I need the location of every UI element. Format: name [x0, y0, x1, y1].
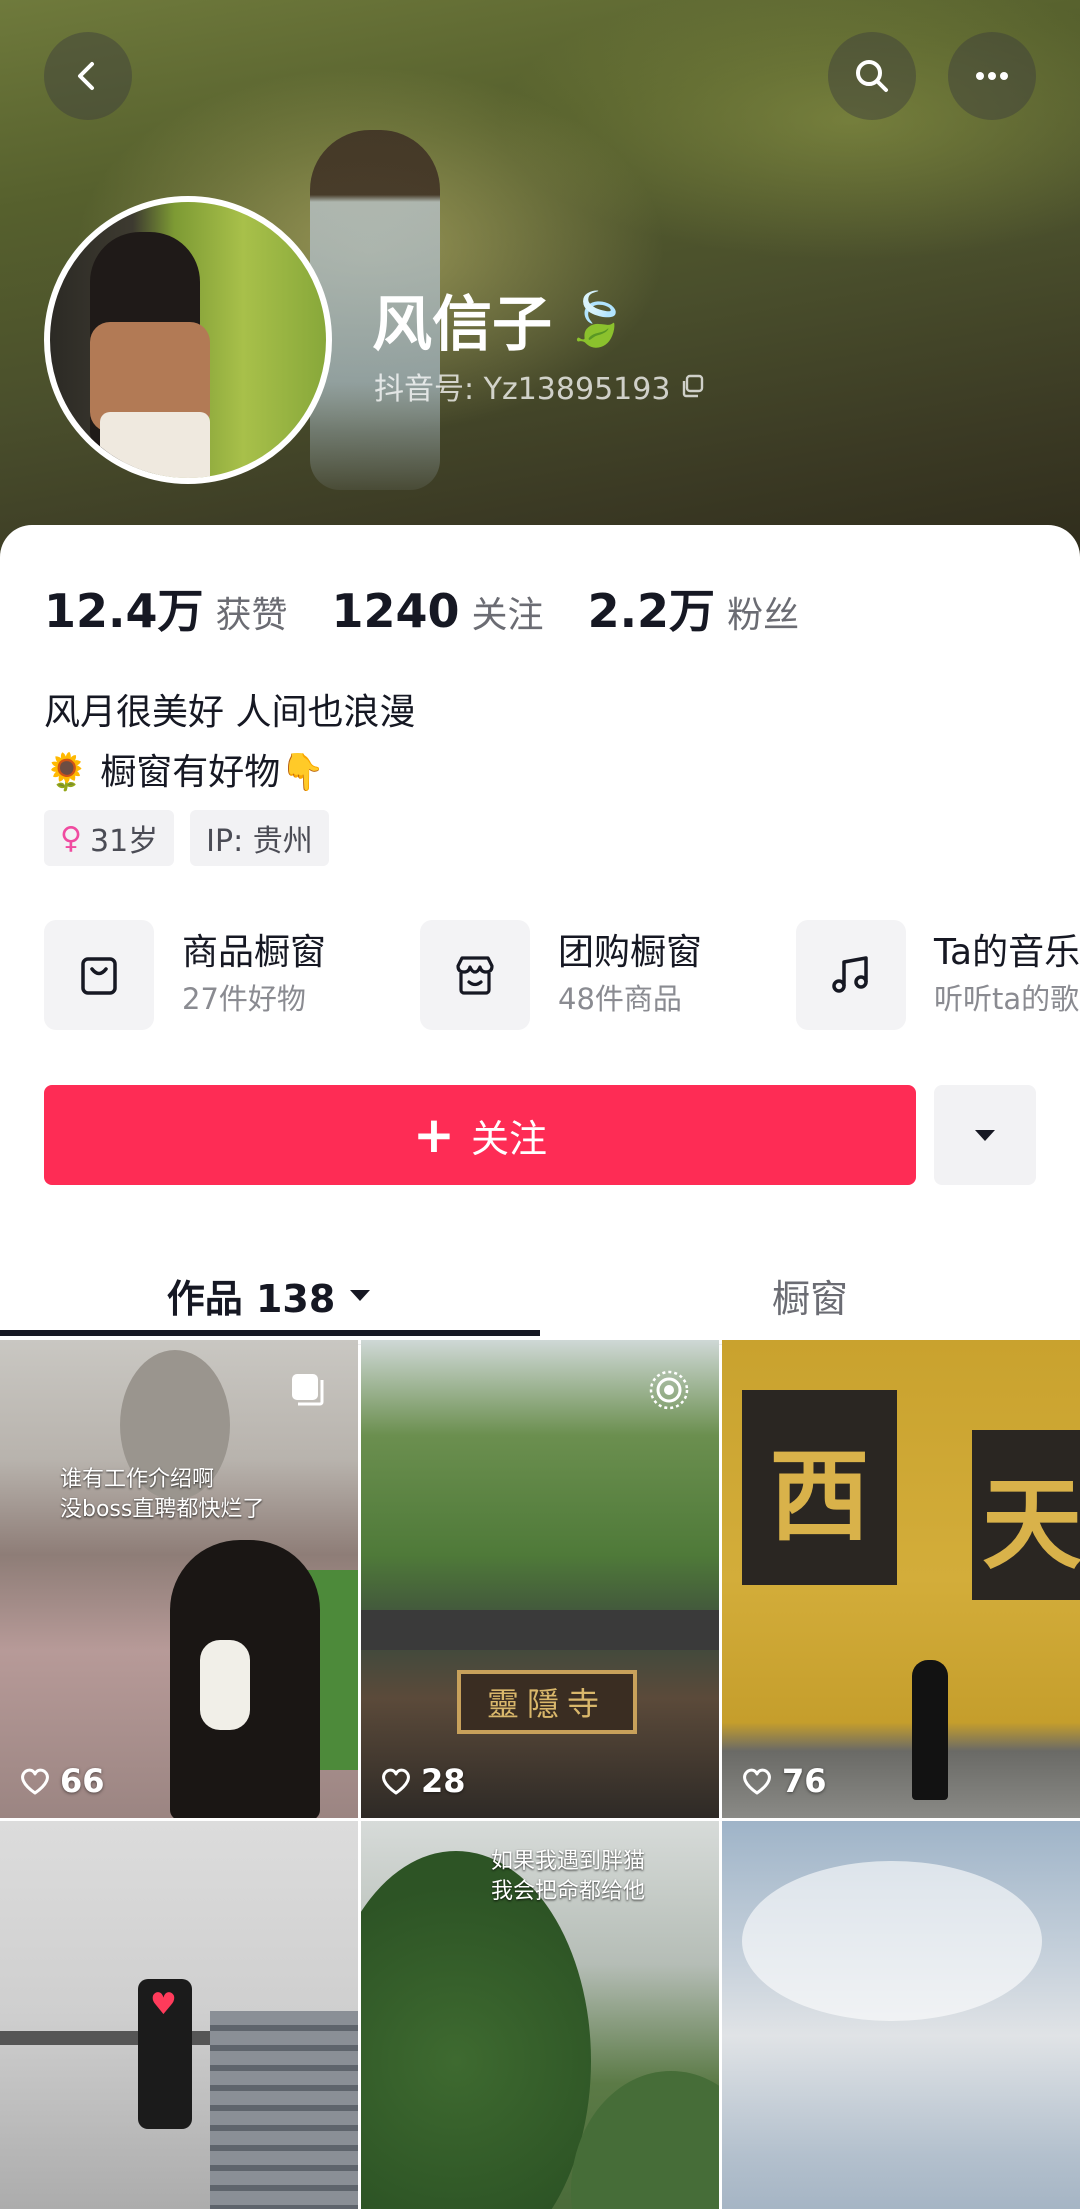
like-count: 28 [379, 1762, 466, 1800]
tool-group-buy[interactable]: 团购橱窗 48件商品 [420, 920, 706, 1030]
search-button[interactable] [828, 32, 916, 120]
tool-product-showcase[interactable]: 商品橱窗 27件好物 [44, 920, 330, 1030]
plus-icon: + [413, 1106, 455, 1164]
video-thumbnail[interactable]: 靈隱寺 28 [361, 1340, 719, 1818]
video-thumbnail[interactable] [722, 1821, 1080, 2209]
wall-character: 西 [742, 1390, 897, 1585]
stat-followers[interactable]: 2.2万 粉丝 [588, 575, 800, 641]
stat-label: 粉丝 [727, 595, 800, 636]
heart-icon: ♥ [150, 1987, 177, 2022]
multi-image-icon [292, 1374, 324, 1406]
tab-showcase-label: 橱窗 [771, 1276, 848, 1321]
stat-value: 12.4万 [44, 584, 204, 638]
age-text: 31岁 [89, 824, 159, 859]
bio-line-1: 风月很美好 人间也浪漫 [44, 692, 416, 733]
more-options-button[interactable] [948, 32, 1036, 120]
stat-label: 关注 [471, 595, 544, 636]
heart-outline-icon [382, 1768, 410, 1795]
like-count: 66 [18, 1762, 105, 1800]
tool-title: 商品橱窗 [182, 932, 327, 973]
bio: 风月很美好 人间也浪漫 🌻 橱窗有好物👇 [44, 683, 415, 803]
caret-down-icon [975, 1130, 995, 1141]
tool-title: 团购橱窗 [558, 932, 703, 973]
action-row: + 关注 [44, 1085, 1036, 1185]
tools-row: 商品橱窗 27件好物 团购橱窗 48件商品 Ta的音乐 听听ta的歌 [44, 920, 1080, 1030]
tool-subtitle: 48件商品 [558, 982, 682, 1016]
video-caption: 如果我遇到胖猫 我会把命都给他 [491, 1849, 646, 1904]
tool-subtitle: 听听ta的歌 [934, 982, 1080, 1016]
tool-subtitle: 27件好物 [182, 982, 306, 1016]
douyin-id[interactable]: 抖音号: Yz13895193 [374, 364, 706, 408]
follow-button[interactable]: + 关注 [44, 1085, 916, 1185]
like-count: 76 [740, 1762, 827, 1800]
tab-indicator [0, 1330, 540, 1336]
female-icon: ♀ [60, 820, 82, 856]
ip-text: IP: 贵州 [206, 824, 313, 859]
wall-character: 天 [972, 1430, 1080, 1600]
stats-row: 12.4万 获赞 1240 关注 2.2万 粉丝 [44, 575, 799, 641]
tab-works-label: 作品 138 [166, 1276, 336, 1321]
more-horizontal-icon [976, 72, 1008, 80]
heart-outline-icon [21, 1768, 49, 1795]
music-note-icon [796, 920, 906, 1030]
tab-showcase[interactable]: 橱窗 [540, 1245, 1080, 1345]
douyin-id-text: 抖音号: Yz13895193 [374, 372, 671, 407]
like-count-text: 28 [421, 1762, 466, 1800]
like-count-text: 76 [782, 1762, 827, 1800]
bio-line-2: 🌻 橱窗有好物👇 [44, 752, 326, 793]
stat-label: 获赞 [215, 595, 288, 636]
video-thumbnail[interactable]: 谁有工作介绍啊 没boss直聘都快烂了 66 [0, 1340, 358, 1818]
age-tag: ♀ 31岁 [44, 810, 175, 866]
follow-label: 关注 [470, 1116, 547, 1161]
chevron-left-icon [78, 62, 94, 90]
video-thumbnail[interactable]: 西 天 76 [722, 1340, 1080, 1818]
ip-tag: IP: 贵州 [190, 810, 329, 866]
profile-name-text: 风信子 [372, 290, 552, 360]
stat-value: 2.2万 [587, 584, 716, 638]
tool-title: Ta的音乐 [934, 932, 1080, 973]
like-count-text: 66 [60, 1762, 105, 1800]
heart-outline-icon [743, 1768, 771, 1795]
avatar[interactable] [44, 196, 332, 484]
live-photo-icon [649, 1370, 689, 1410]
back-button[interactable] [44, 32, 132, 120]
search-icon [856, 60, 888, 92]
stat-likes[interactable]: 12.4万 获赞 [44, 575, 288, 641]
profile-name: 风信子 🍃 [372, 276, 629, 363]
shopping-bag-icon [44, 920, 154, 1030]
caret-down-icon [350, 1290, 371, 1301]
video-thumbnail[interactable]: ♥ [0, 1821, 358, 2209]
video-thumbnail[interactable]: 如果我遇到胖猫 我会把命都给他 [361, 1821, 719, 2209]
recommend-dropdown-button[interactable] [934, 1085, 1036, 1185]
temple-plaque: 靈隱寺 [457, 1670, 637, 1734]
video-grid: 谁有工作介绍啊 没boss直聘都快烂了 66 靈隱寺 28 西 天 76 ♥ 如… [0, 1340, 1080, 2209]
stat-following[interactable]: 1240 关注 [332, 584, 544, 638]
tool-music[interactable]: Ta的音乐 听听ta的歌 [796, 920, 1080, 1030]
video-caption: 谁有工作介绍啊 没boss直聘都快烂了 [60, 1467, 265, 1522]
copy-icon[interactable] [680, 373, 706, 399]
store-icon [420, 920, 530, 1030]
stat-value: 1240 [331, 584, 460, 638]
leaf-emoji: 🍃 [564, 290, 629, 350]
tags-row: ♀ 31岁 IP: 贵州 [44, 810, 329, 866]
